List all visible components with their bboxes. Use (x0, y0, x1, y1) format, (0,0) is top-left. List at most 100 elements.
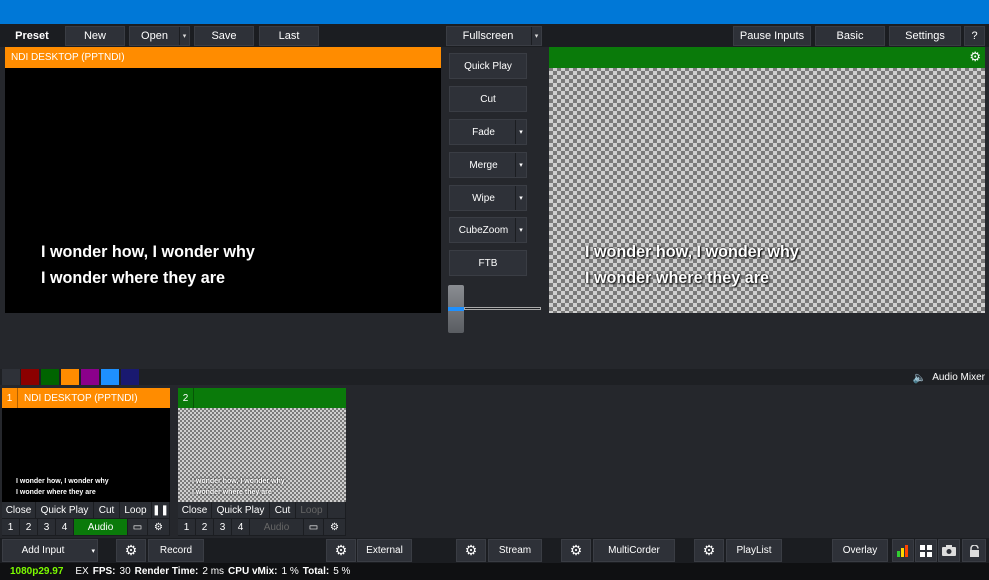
open-label: Open (141, 30, 168, 42)
close-button[interactable]: Close (2, 502, 36, 518)
gear-icon[interactable]: ⚙ (324, 519, 346, 535)
merge-button[interactable]: Merge ▾ (449, 152, 527, 178)
video-format[interactable]: 1080p29.97 (10, 566, 63, 577)
stream-button[interactable]: Stream (488, 539, 542, 562)
input-header[interactable]: 2 (178, 388, 346, 408)
input-number: 1 (2, 388, 18, 408)
input-thumbnail[interactable]: I wonder how, I wonder why I wonder wher… (2, 408, 170, 502)
cut-button[interactable]: Cut (270, 502, 296, 518)
chevron-down-icon[interactable]: ▾ (515, 120, 526, 144)
basic-button[interactable]: Basic (815, 26, 885, 46)
t-bar-indicator (448, 307, 464, 311)
fade-button[interactable]: Fade ▾ (449, 119, 527, 145)
external-button[interactable]: External (357, 539, 412, 562)
chevron-down-icon[interactable]: ▾ (515, 186, 526, 210)
monitor-icon[interactable]: ▭ (128, 519, 148, 535)
colour-swatch-red[interactable] (21, 369, 39, 385)
input-title: NDI DESKTOP (PPTNDI) (24, 392, 138, 404)
fullscreen-button[interactable]: Fullscreen ▾ (446, 26, 542, 46)
audio-button[interactable]: Audio (74, 519, 128, 535)
fade-label: Fade (472, 126, 495, 138)
overlay-4-button[interactable]: 4 (232, 519, 250, 535)
input-card-1[interactable]: 1 NDI DESKTOP (PPTNDI) I wonder how, I w… (2, 388, 170, 536)
add-input-button[interactable]: Add Input ▾ (2, 539, 98, 562)
input-card-2[interactable]: 2 I wonder how, I wonder why I wonder wh… (178, 388, 346, 536)
record-button[interactable]: Record (148, 539, 204, 562)
pause-inputs-button[interactable]: Pause Inputs (733, 26, 811, 46)
help-button[interactable]: ? (964, 26, 985, 46)
cubezoom-button[interactable]: CubeZoom ▾ (449, 217, 527, 243)
multiview-grid-icon[interactable] (915, 539, 937, 562)
overlay-2-button[interactable]: 2 (20, 519, 38, 535)
thumb-lyric-line1: I wonder how, I wonder why (16, 478, 109, 485)
colour-swatch-orange[interactable] (61, 369, 79, 385)
open-button[interactable]: Open ▾ (129, 26, 190, 46)
overlay-1-button[interactable]: 1 (2, 519, 20, 535)
settings-button[interactable]: Settings (889, 26, 961, 46)
input-thumbnail[interactable]: I wonder how, I wonder why I wonder wher… (178, 408, 346, 502)
monitor-icon[interactable]: ▭ (304, 519, 324, 535)
overlay-1-button[interactable]: 1 (178, 519, 196, 535)
output-panel[interactable]: ⚙ I wonder how, I wonder why I wonder wh… (549, 47, 985, 313)
chevron-down-icon[interactable]: ▾ (515, 218, 526, 242)
t-bar-handle[interactable] (448, 285, 464, 333)
overlay-4-button[interactable]: 4 (56, 519, 74, 535)
colour-swatch-navy[interactable] (121, 369, 139, 385)
window-titlebar (0, 0, 989, 24)
overlay-button[interactable]: Overlay (832, 539, 888, 562)
colour-swatch-purple[interactable] (81, 369, 99, 385)
fullscreen-label: Fullscreen (462, 30, 514, 42)
wipe-button[interactable]: Wipe ▾ (449, 185, 527, 211)
save-button[interactable]: Save (194, 26, 254, 46)
audio-mixer-button[interactable]: 🔈 Audio Mixer (912, 369, 985, 385)
new-button[interactable]: New (65, 26, 125, 46)
input-overlay-row: 1 2 3 4 Audio ▭ ⚙ (2, 519, 170, 535)
cpu-label: CPU vMix: (228, 566, 278, 577)
chevron-down-icon[interactable]: ▾ (91, 547, 95, 555)
render-time-label: Render Time: (134, 566, 199, 577)
pause-icon[interactable]: ❚❚ (152, 502, 170, 518)
colour-swatch-none[interactable] (2, 369, 20, 385)
cut-button[interactable]: Cut (449, 86, 527, 112)
colour-swatch-green[interactable] (41, 369, 59, 385)
quick-play-button[interactable]: Quick Play (212, 502, 270, 518)
last-button[interactable]: Last (259, 26, 319, 46)
quick-play-button[interactable]: Quick Play (36, 502, 94, 518)
wipe-label: Wipe (472, 192, 495, 204)
colour-filter-bar (0, 369, 989, 385)
gear-icon[interactable]: ⚙ (694, 539, 724, 562)
loop-button[interactable]: Loop (120, 502, 152, 518)
preview-panel[interactable]: NDI DESKTOP (PPTNDI) I wonder how, I won… (5, 47, 441, 313)
overlay-3-button[interactable]: 3 (214, 519, 232, 535)
output-lyric-line2: I wonder where they are (585, 268, 770, 287)
speaker-icon: 🔈 (912, 371, 927, 384)
t-bar-track[interactable] (464, 307, 541, 310)
gear-icon[interactable]: ⚙ (969, 50, 981, 63)
gear-icon[interactable]: ⚙ (326, 539, 356, 562)
gear-icon[interactable]: ⚙ (148, 519, 170, 535)
overlay-3-button[interactable]: 3 (38, 519, 56, 535)
gear-icon[interactable]: ⚙ (116, 539, 146, 562)
chevron-down-icon[interactable]: ▾ (531, 27, 541, 45)
cut-button[interactable]: Cut (94, 502, 120, 518)
close-button[interactable]: Close (178, 502, 212, 518)
add-input-label: Add Input (21, 545, 65, 556)
ftb-button[interactable]: FTB (449, 250, 527, 276)
quick-play-button[interactable]: Quick Play (449, 53, 527, 79)
audio-button[interactable]: Audio (250, 519, 304, 535)
colour-swatch-blue[interactable] (101, 369, 119, 385)
loop-button[interactable]: Loop (296, 502, 328, 518)
camera-icon[interactable] (938, 539, 960, 562)
multicorder-button[interactable]: MultiCorder (593, 539, 675, 562)
audio-mixer-label: Audio Mixer (932, 371, 985, 383)
playlist-button[interactable]: PlayList (726, 539, 782, 562)
merge-label: Merge (469, 159, 498, 171)
gear-icon[interactable]: ⚙ (561, 539, 591, 562)
gear-icon[interactable]: ⚙ (456, 539, 486, 562)
lock-icon[interactable] (962, 539, 986, 562)
input-header[interactable]: 1 NDI DESKTOP (PPTNDI) (2, 388, 170, 408)
chevron-down-icon[interactable]: ▾ (179, 27, 189, 45)
overlay-2-button[interactable]: 2 (196, 519, 214, 535)
chevron-down-icon[interactable]: ▾ (515, 153, 526, 177)
audio-levels-icon[interactable] (892, 539, 914, 562)
